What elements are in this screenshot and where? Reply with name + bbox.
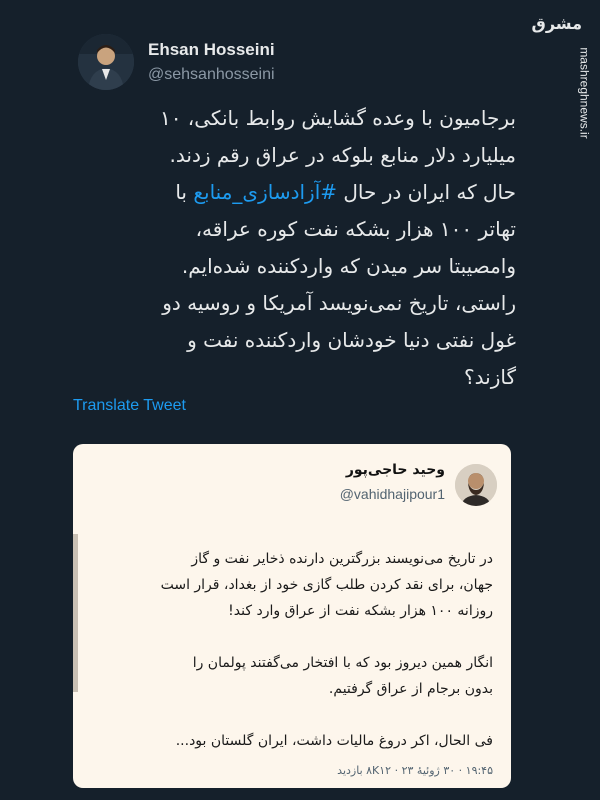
quote-divider-bar	[73, 534, 78, 692]
watermark: مشرق mashreghnews.ir	[532, 6, 592, 139]
quoted-tweet-meta: ۱۹:۴۵ · ۳۰ ژوئیهٔ ۲۳ · ۸K۱۲ بازدید	[337, 764, 493, 777]
quoted-tweet-text: در تاریخ می‌نویسند بزرگترین دارنده ذخایر…	[93, 520, 493, 754]
quoted-line: جهان، برای نقد کردن طلب گازی خود از بغدا…	[160, 577, 493, 593]
author-avatar[interactable]	[78, 34, 134, 90]
watermark-url: mashreghnews.ir	[577, 47, 592, 139]
watermark-logo: مشرق	[531, 14, 582, 33]
quoted-tweet-card[interactable]: وحید حاجی‌پور @vahidhajipour1 در تاریخ م…	[73, 444, 511, 788]
quoted-line: روزانه ۱۰۰ هزار بشکه نفت از عراق وارد کن…	[228, 603, 493, 619]
quoted-author-handle[interactable]: @vahidhajipour1	[340, 486, 445, 502]
author-handle[interactable]: @sehsanhosseini	[148, 66, 275, 84]
tweet-line: برجامیون با وعده گشایش روابط بانکی، ۱۰	[159, 106, 516, 130]
tweet-text: برجامیون با وعده گشایش روابط بانکی، ۱۰ م…	[70, 100, 516, 396]
tweet-line: راستی، تاریخ نمی‌نویسد آمریکا و روسیه دو	[162, 291, 516, 315]
translate-tweet-link[interactable]: Translate Tweet	[73, 397, 186, 415]
tweet-line: میلیارد دلار منابع بلوکه در عراق رقم زدن…	[169, 143, 516, 167]
tweet-line-part: با	[175, 180, 194, 204]
tweet-line: گازند؟	[464, 365, 516, 389]
quoted-author-name[interactable]: وحید حاجی‌پور	[346, 462, 445, 478]
quoted-line: در تاریخ می‌نویسند بزرگترین دارنده ذخایر…	[191, 551, 493, 567]
tweet-line: تهاتر ۱۰۰ هزار بشکه نفت کوره عراقه،	[195, 217, 516, 241]
tweet-line: غول نفتی دنیا خودشان واردکننده نفت و	[187, 328, 516, 352]
tweet-line: حال که ایران در حال #آزادسازی_منابع با	[70, 174, 516, 211]
tweet-line: وامصیبتا سر میدن که واردکننده شده‌ایم.	[181, 254, 516, 278]
quoted-line: بدون برجام از عراق گرفتیم.	[328, 681, 493, 697]
quoted-author-avatar[interactable]	[455, 464, 497, 506]
hashtag-link[interactable]: #آزادسازی_منابع	[193, 180, 337, 204]
tweet-line-part: حال که ایران در حال	[337, 180, 516, 204]
author-name[interactable]: Ehsan Hosseini	[148, 40, 275, 60]
quoted-line: فی الحال، اکر دروغ مالیات داشت، ایران گل…	[175, 733, 493, 749]
quoted-line: انگار همین دیروز بود که با افتخار می‌گفت…	[192, 655, 493, 671]
